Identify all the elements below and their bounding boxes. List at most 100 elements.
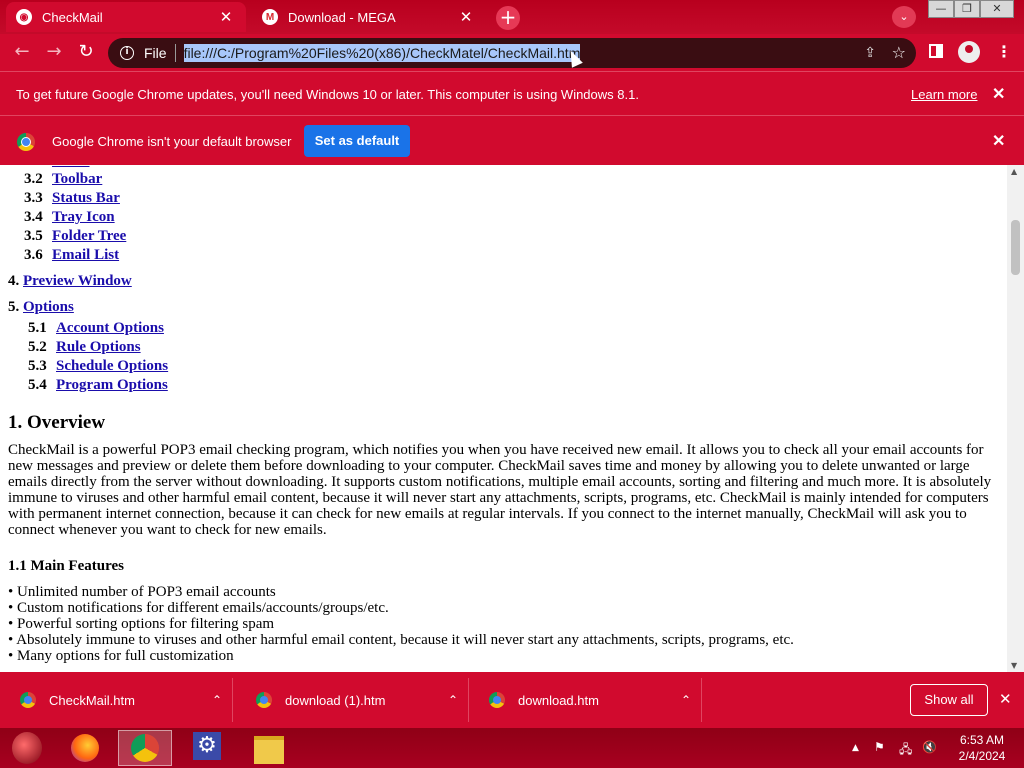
- side-panel-icon[interactable]: [929, 44, 943, 58]
- scroll-up-icon[interactable]: ▲: [1011, 167, 1017, 176]
- toc-link[interactable]: Folder Tree: [52, 228, 126, 244]
- toc-link[interactable]: Email List: [52, 247, 119, 263]
- close-icon[interactable]: ✕: [216, 8, 236, 26]
- toc-item: 5. Options: [8, 299, 74, 315]
- minimize-button[interactable]: —: [928, 0, 954, 18]
- bookmark-star-icon[interactable]: ☆: [892, 43, 906, 62]
- show-all-button[interactable]: Show all: [910, 684, 988, 716]
- system-clock[interactable]: 6:53 AM 2/4/2024: [952, 732, 1012, 764]
- page-content: 3.1Menu 3.2Toolbar 3.3Status Bar 3.4Tray…: [0, 165, 1007, 672]
- network-icon[interactable]: 🖧: [899, 740, 912, 761]
- close-icon[interactable]: ✕: [456, 8, 476, 26]
- start-button[interactable]: [12, 732, 42, 764]
- list-item: Absolutely immune to viruses and other h…: [8, 632, 794, 648]
- download-shelf: CheckMail.htm ⌃ download (1).htm ⌃ downl…: [0, 672, 1024, 728]
- download-filename: download.htm: [518, 692, 599, 708]
- close-icon[interactable]: ✕: [992, 131, 1005, 151]
- chrome-file-icon: [489, 692, 505, 708]
- tab-checkmail[interactable]: ◉ CheckMail ✕: [6, 2, 246, 32]
- toc-item: 3.2 Toolbar: [24, 171, 103, 187]
- toc-item: 3.6 Email List: [24, 247, 120, 263]
- toc-item: 4. Preview Window: [8, 273, 132, 289]
- scrollbar-thumb[interactable]: [1011, 220, 1020, 275]
- toc-item: 5.2 Rule Options: [28, 339, 141, 355]
- list-item: Many options for full customization: [8, 648, 794, 664]
- toc-item: 5.3 Schedule Options: [28, 358, 169, 374]
- update-infobar: To get future Google Chrome updates, you…: [0, 71, 1024, 115]
- toc-item: 5.1 Account Options: [28, 320, 164, 336]
- list-item: Custom notifications for different email…: [8, 600, 794, 616]
- toc-link[interactable]: Account Options: [56, 320, 164, 336]
- toc-link[interactable]: Options: [23, 299, 74, 315]
- show-hidden-icons-icon[interactable]: ▲: [852, 743, 859, 753]
- profile-icon[interactable]: [958, 41, 980, 63]
- list-item: Powerful sorting options for filtering s…: [8, 616, 794, 632]
- menu-icon[interactable]: ⋮: [996, 42, 1012, 61]
- address-bar[interactable]: i File file:///C:/Program%20Files%20(x86…: [108, 38, 916, 68]
- tab-title: Download - MEGA: [288, 9, 396, 25]
- chrome-file-icon: [20, 692, 36, 708]
- close-icon[interactable]: ✕: [999, 690, 1012, 708]
- window-close-button[interactable]: ✕: [980, 0, 1014, 18]
- url-text[interactable]: file:///C:/Program%20Files%20(x86)/Check…: [183, 44, 581, 62]
- chevron-up-icon[interactable]: ⌃: [202, 693, 232, 707]
- toc-item: 3.3 Status Bar: [24, 190, 120, 206]
- taskbar: ▲ ⚑ 🖧 🔇 6:53 AM 2/4/2024: [0, 728, 1024, 768]
- features-list: Unlimited number of POP3 email accounts …: [8, 584, 794, 664]
- mega-icon: M: [262, 9, 278, 25]
- overview-heading: 1. Overview: [8, 412, 106, 433]
- overview-paragraph: CheckMail is a powerful POP3 email check…: [8, 442, 992, 538]
- set-as-default-button[interactable]: Set as default: [304, 125, 410, 157]
- toc-link[interactable]: Tray Icon: [52, 209, 115, 225]
- new-tab-button[interactable]: +: [496, 6, 520, 30]
- chevron-up-icon[interactable]: ⌃: [438, 693, 468, 707]
- maximize-button[interactable]: ❐: [954, 0, 980, 18]
- settings-icon[interactable]: [181, 730, 235, 766]
- toc-item: 5.4 Program Options: [28, 377, 168, 393]
- separator: [174, 44, 176, 62]
- vertical-scrollbar[interactable]: ▲ ▼: [1007, 165, 1024, 672]
- learn-more-link[interactable]: Learn more: [911, 87, 977, 102]
- chrome-file-icon: [256, 692, 272, 708]
- clock-time: 6:53 AM: [959, 733, 1005, 747]
- action-center-flag-icon[interactable]: ⚑: [874, 740, 885, 754]
- default-browser-message: Google Chrome isn't your default browser: [52, 134, 292, 149]
- tab-title: CheckMail: [42, 9, 103, 25]
- browser-toolbar: ← → ↻ i File file:///C:/Program%20Files%…: [0, 34, 1024, 71]
- tab-strip: ◉ CheckMail ✕ M Download - MEGA ✕ + ⌄ — …: [0, 0, 1024, 34]
- tab-mega[interactable]: M Download - MEGA ✕: [252, 2, 486, 32]
- toc-item: 3.5 Folder Tree: [24, 228, 127, 244]
- toc-link[interactable]: Status Bar: [52, 190, 120, 206]
- toc-link[interactable]: Toolbar: [52, 171, 102, 187]
- download-filename: CheckMail.htm: [49, 692, 135, 708]
- file-chip[interactable]: File: [144, 45, 167, 61]
- features-heading: 1.1 Main Features: [8, 558, 124, 574]
- toc-item: 3.4 Tray Icon: [24, 209, 115, 225]
- list-item: Unlimited number of POP3 email accounts: [8, 584, 794, 600]
- download-item[interactable]: download.htm ⌃: [469, 678, 702, 722]
- file-explorer-icon[interactable]: [242, 730, 296, 766]
- forward-button[interactable]: →: [41, 40, 67, 66]
- clock-date: 2/4/2024: [958, 749, 1006, 763]
- scroll-down-icon[interactable]: ▼: [1011, 661, 1017, 670]
- reload-button[interactable]: ↻: [73, 40, 99, 66]
- back-button[interactable]: ←: [9, 40, 35, 66]
- download-item[interactable]: CheckMail.htm ⌃: [0, 678, 233, 722]
- toc-link[interactable]: Schedule Options: [56, 358, 168, 374]
- toc-item-menu-partial: 3.1Menu: [24, 165, 90, 170]
- chrome-icon[interactable]: [118, 730, 172, 766]
- tab-search-button[interactable]: ⌄: [892, 6, 916, 28]
- download-item[interactable]: download (1).htm ⌃: [236, 678, 469, 722]
- firefox-icon[interactable]: [59, 730, 113, 766]
- checkmail-icon: ◉: [16, 9, 32, 25]
- chevron-up-icon[interactable]: ⌃: [671, 693, 701, 707]
- close-icon[interactable]: ✕: [992, 84, 1005, 104]
- chrome-icon: [17, 133, 35, 151]
- download-filename: download (1).htm: [285, 692, 386, 708]
- volume-muted-icon[interactable]: 🔇: [922, 740, 937, 754]
- toc-link[interactable]: Rule Options: [56, 339, 141, 355]
- info-icon[interactable]: i: [120, 46, 134, 60]
- toc-link[interactable]: Preview Window: [23, 273, 132, 289]
- toc-link[interactable]: Program Options: [56, 377, 168, 393]
- share-icon[interactable]: ⇪: [864, 45, 876, 61]
